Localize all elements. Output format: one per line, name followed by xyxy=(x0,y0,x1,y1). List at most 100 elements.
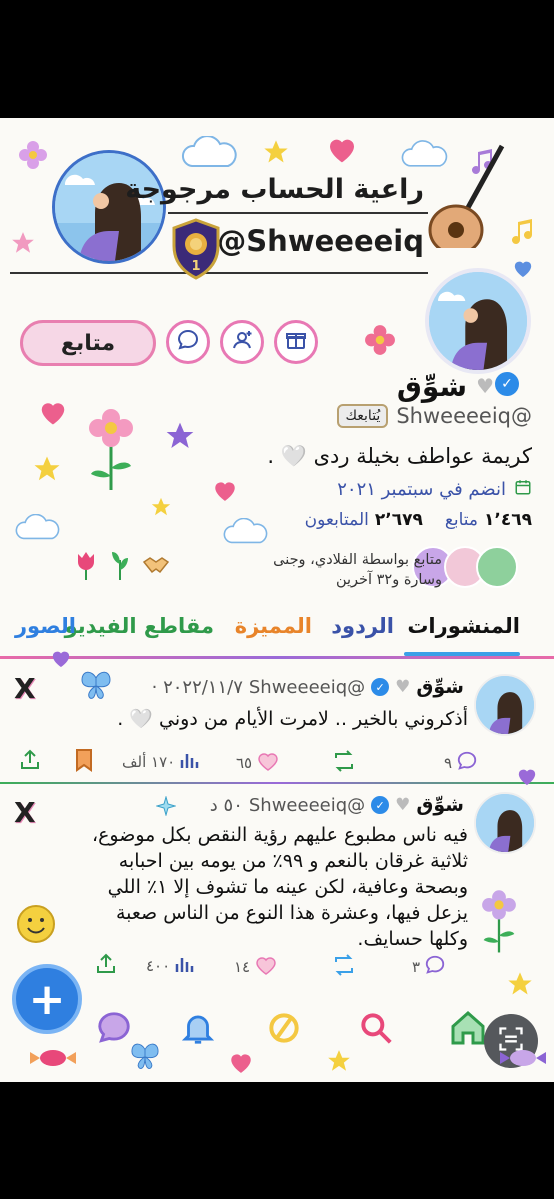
cloud-sticker xyxy=(222,517,270,551)
butterfly-sticker xyxy=(80,670,112,705)
reply-icon xyxy=(424,954,446,980)
message-icon xyxy=(176,328,200,356)
heart-sticker xyxy=(326,134,358,169)
sprout-sticker xyxy=(108,550,132,585)
subscribe-button[interactable] xyxy=(220,320,264,364)
profile-name: شوِّق xyxy=(396,370,467,403)
svg-text:1: 1 xyxy=(191,259,200,274)
verified-badge-icon: ✓ xyxy=(495,372,519,396)
share-action[interactable] xyxy=(94,952,118,980)
repost-action[interactable] xyxy=(332,750,356,776)
profile-tabs: المنشورات الردود المميزة مقاطع الفيديو ا… xyxy=(0,614,554,654)
white-heart-icon: ♥ xyxy=(476,374,494,398)
star-sticker xyxy=(262,138,290,171)
post-author-handle: @Shweeeeiq xyxy=(248,676,366,698)
views-action[interactable]: ٤٠٠ xyxy=(146,954,194,978)
following-stat[interactable]: ١٬٤٦٩متابع xyxy=(445,510,532,530)
x-mark-sticker: X xyxy=(14,796,36,829)
nav-notifications[interactable] xyxy=(176,1008,220,1052)
like-count: ١٤ xyxy=(234,958,251,976)
star-sticker xyxy=(326,1048,352,1079)
following-count: ١٬٤٦٩ xyxy=(484,510,532,530)
reply-action[interactable]: ٣ xyxy=(412,954,446,980)
flower-sticker xyxy=(364,324,396,361)
plus-icon: + xyxy=(28,973,66,1025)
banner-avatar xyxy=(52,150,166,264)
star-sticker xyxy=(164,420,196,457)
share-action[interactable] xyxy=(18,748,42,776)
reply-action[interactable]: ٩ xyxy=(444,750,478,776)
flower-stem-sticker xyxy=(474,888,524,959)
followers-count: ٢٬٦٧٩ xyxy=(374,510,423,530)
views-count: ١٧٠ ألف xyxy=(122,753,176,771)
following-label: متابع xyxy=(444,510,479,530)
post-header: شوِّق ♥ ✓ @Shweeeeiq ٢٠٢٢/١١/٧ · xyxy=(152,676,464,698)
post-avatar[interactable] xyxy=(474,674,536,736)
butterfly-sticker xyxy=(130,1042,160,1075)
star-sticker xyxy=(506,970,534,1003)
joined-date-text: انضم في سبتمبر ٢٠٢١ xyxy=(337,479,506,500)
like-action[interactable]: ١٤ xyxy=(234,954,278,980)
profile-avatar[interactable] xyxy=(425,268,531,374)
follow-stats: ١٬٤٦٩متابع ٢٬٦٧٩المتابعون xyxy=(305,510,532,530)
tab-photos[interactable]: الصور xyxy=(15,614,76,638)
follower-avatar xyxy=(476,546,518,588)
x-mark-sticker: X xyxy=(14,672,36,705)
profile-handle: @Shweeeeiq xyxy=(396,404,532,428)
followers-stat[interactable]: ٢٬٦٧٩المتابعون xyxy=(305,510,423,530)
post-date: ٢٠٢٢/١١/٧ · xyxy=(151,676,243,698)
following-button[interactable]: متابع xyxy=(20,320,156,366)
tab-posts[interactable]: المنشورات xyxy=(407,614,520,638)
repost-icon xyxy=(332,954,356,980)
nav-search[interactable] xyxy=(354,1008,398,1052)
handshake-icon xyxy=(142,554,170,581)
profile-bio: كريمة عواطف بخيلة ردى 🤍 . xyxy=(267,444,532,468)
post-item[interactable]: شوِّق ♥ ✓ @Shweeeeiq ٥٠ د فيه ناس مطبوع … xyxy=(0,786,554,986)
calendar-icon xyxy=(514,478,532,501)
tulip-sticker xyxy=(74,550,98,585)
profile-page: راعية الحساب مرجوجة @Shweeeeiq 1 متابع ش… xyxy=(0,118,554,1082)
bookmark-action[interactable] xyxy=(74,748,94,776)
like-count: ٦٥ xyxy=(236,754,253,772)
post-text: أذكروني بالخير .. لامرت الأيام من دوني 🤍… xyxy=(117,708,468,730)
repost-action[interactable] xyxy=(332,954,356,980)
system-bottom-bar xyxy=(0,1082,554,1199)
music-note-sticker xyxy=(512,218,536,251)
joined-date: انضم في سبتمبر ٢٠٢١ xyxy=(337,478,532,501)
repost-icon xyxy=(332,750,356,776)
banner-title: راعية الحساب مرجوجة xyxy=(125,174,424,205)
flower-sticker xyxy=(18,140,48,175)
cloud-sticker xyxy=(180,135,240,175)
like-action[interactable]: ٦٥ xyxy=(236,750,280,776)
reply-count: ٣ xyxy=(412,958,421,976)
message-button[interactable] xyxy=(166,320,210,364)
nav-grok[interactable] xyxy=(262,1008,306,1052)
chat-bubble-icon xyxy=(95,1009,133,1051)
gift-button[interactable] xyxy=(274,320,318,364)
search-icon xyxy=(357,1009,395,1051)
sparkle-icon xyxy=(155,795,177,820)
add-person-icon xyxy=(230,328,254,356)
views-count: ٤٠٠ xyxy=(146,957,171,975)
home-icon xyxy=(448,1008,488,1052)
followed-by-text[interactable]: متابع بواسطة الفلادي، وجنى وسارة و٣٢ آخر… xyxy=(242,550,442,590)
post-divider xyxy=(0,782,554,784)
followers-label: المتابعون xyxy=(304,510,369,530)
flower-stem-sticker xyxy=(84,406,138,497)
star-sticker xyxy=(32,454,62,489)
banner-handle: @Shweeeeiq xyxy=(217,224,424,258)
candy-sticker xyxy=(500,1048,546,1073)
compose-button[interactable]: + xyxy=(12,964,82,1034)
bell-icon xyxy=(179,1009,217,1051)
views-action[interactable]: ١٧٠ ألف xyxy=(122,750,199,774)
heart-sticker xyxy=(228,1050,254,1079)
post-avatar[interactable] xyxy=(474,792,536,854)
guitar-sticker xyxy=(424,138,508,256)
tab-highlights[interactable]: المميزة xyxy=(235,614,312,638)
post-item[interactable]: شوِّق ♥ ✓ @Shweeeeiq ٢٠٢٢/١١/٧ · أذكروني… xyxy=(0,666,554,786)
post-author-handle: @Shweeeeiq xyxy=(248,794,366,816)
tab-videos[interactable]: مقاطع الفيديو xyxy=(65,614,214,638)
tab-replies[interactable]: الردود xyxy=(331,614,394,638)
star-sticker xyxy=(10,230,36,261)
share-icon xyxy=(94,952,118,980)
